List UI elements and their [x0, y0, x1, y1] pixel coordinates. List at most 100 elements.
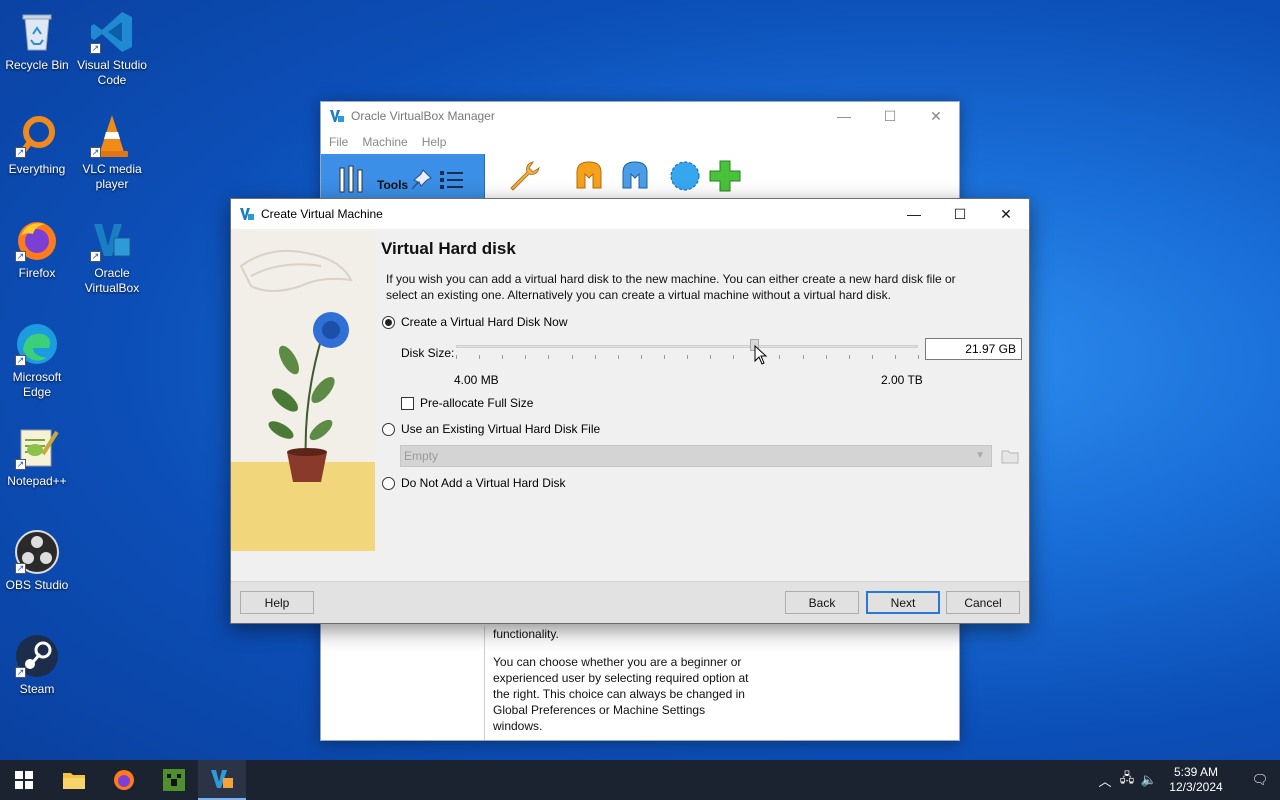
desktop-icon-recycle-bin[interactable]: Recycle Bin — [0, 8, 74, 73]
tools-icon — [339, 165, 363, 193]
menu-machine[interactable]: Machine — [362, 135, 407, 149]
list-menu-icon[interactable] — [439, 168, 465, 192]
cancel-button[interactable]: Cancel — [946, 591, 1020, 614]
shortcut-arrow-icon: ↗ — [15, 355, 26, 366]
slider-tick — [548, 355, 549, 359]
slider-tick — [525, 355, 526, 359]
desktop-icon-steam[interactable]: ↗ Steam — [0, 632, 74, 697]
maximize-button[interactable]: ☐ — [937, 199, 983, 229]
start-button[interactable] — [0, 760, 48, 800]
taskbar-file-explorer[interactable] — [50, 760, 98, 800]
shortcut-arrow-icon: ↗ — [15, 667, 26, 678]
menu-help[interactable]: Help — [422, 135, 447, 149]
no-disk-label: Do Not Add a Virtual Hard Disk — [401, 476, 566, 490]
preferences-wrench-icon[interactable] — [505, 158, 541, 194]
preallocate-checkbox[interactable] — [401, 396, 414, 410]
slider-tick — [618, 355, 619, 359]
shortcut-arrow-icon: ↗ — [15, 459, 26, 470]
pin-icon[interactable] — [409, 168, 433, 192]
create-disk-option[interactable]: Create a Virtual Hard Disk Now — [382, 315, 568, 329]
import-arrow-icon[interactable] — [571, 158, 607, 194]
desktop-icon-edge[interactable]: ↗ Microsoft Edge — [0, 320, 74, 400]
system-tray: ︿ 🖧 🔈 5:39 AM 12/3/2024 🗨 — [1094, 760, 1280, 800]
slider-tick — [502, 355, 503, 359]
slider-tick — [456, 355, 457, 359]
manager-sidepane — [321, 626, 485, 740]
close-button[interactable]: ✕ — [913, 102, 959, 130]
add-plus-icon[interactable] — [707, 158, 743, 194]
taskbar-firefox[interactable] — [100, 760, 148, 800]
desktop-icon-label: Everything — [8, 162, 66, 176]
mouse-cursor-icon — [754, 345, 768, 365]
disk-size-input[interactable]: 21.97 GB — [925, 338, 1022, 360]
slider-tick — [872, 355, 873, 359]
desktop-icon-everything[interactable]: ↗ Everything — [0, 112, 74, 177]
wizard-illustration — [231, 230, 375, 551]
slider-max-label: 2.00 TB — [881, 373, 923, 387]
manager-menubar: File Machine Help — [321, 130, 959, 154]
radio-create-disk[interactable] — [382, 315, 395, 329]
radio-existing-disk[interactable] — [382, 422, 395, 436]
desktop-icon-firefox[interactable]: ↗ Firefox — [0, 216, 74, 281]
chevron-up-icon[interactable]: ︿ — [1094, 771, 1116, 790]
manager-description: functionality. You can choose whether yo… — [493, 626, 753, 746]
help-button[interactable]: Help — [240, 591, 314, 614]
desktop-icon-label: Firefox — [18, 266, 56, 280]
desktop-icon-virtualbox[interactable]: ↗ Oracle VirtualBox — [75, 216, 149, 296]
slider-tick — [572, 355, 573, 359]
back-button[interactable]: Back — [785, 591, 859, 614]
desktop-icon-label: Steam — [19, 682, 55, 696]
create-vm-dialog[interactable]: Create Virtual Machine — ☐ ✕ Virtual Har… — [230, 198, 1030, 624]
virtualbox-icon — [330, 110, 344, 122]
shortcut-arrow-icon: ↗ — [15, 563, 26, 574]
desktop-icon-label: OBS Studio — [5, 578, 69, 592]
manager-title: Oracle VirtualBox Manager — [351, 109, 495, 123]
slider-tick — [479, 355, 480, 359]
desktop-icon-label: Oracle VirtualBox — [84, 266, 140, 295]
folder-icon[interactable] — [1001, 448, 1019, 464]
export-arrow-icon[interactable] — [617, 158, 653, 194]
existing-disk-combo[interactable]: Empty ▼ — [400, 445, 992, 467]
existing-disk-option[interactable]: Use an Existing Virtual Hard Disk File — [382, 422, 600, 436]
desktop-icon-notepadpp[interactable]: ↗ Notepad++ — [0, 424, 74, 489]
dialog-footer: Help Back Next Cancel — [231, 581, 1029, 623]
radio-no-disk[interactable] — [382, 476, 395, 490]
volume-icon[interactable]: 🔈 — [1138, 772, 1160, 788]
preallocate-option[interactable]: Pre-allocate Full Size — [401, 396, 533, 410]
slider-tick — [664, 355, 665, 359]
tools-label: Tools — [377, 178, 409, 192]
next-button[interactable]: Next — [866, 591, 940, 614]
notifications-icon[interactable]: 🗨 — [1240, 772, 1280, 788]
existing-disk-label: Use an Existing Virtual Hard Disk File — [401, 422, 601, 436]
desktop-icon-obs[interactable]: ↗ OBS Studio — [0, 528, 74, 593]
minimize-button[interactable]: — — [891, 199, 937, 229]
taskbar-minecraft[interactable] — [150, 760, 198, 800]
new-machine-icon[interactable] — [667, 158, 703, 194]
clock[interactable]: 5:39 AM 12/3/2024 — [1160, 765, 1232, 795]
desktop-icon-label: VLC media player — [82, 162, 142, 191]
slider-tick — [710, 355, 711, 359]
shortcut-arrow-icon: ↗ — [90, 251, 101, 262]
disk-size-label: Disk Size: — [401, 346, 455, 360]
slider-tick — [595, 355, 596, 359]
disk-size-slider[interactable] — [456, 345, 918, 348]
desktop-icon-vlc[interactable]: ↗ VLC media player — [75, 112, 149, 192]
no-disk-option[interactable]: Do Not Add a Virtual Hard Disk — [382, 476, 566, 490]
dialog-title: Create Virtual Machine — [261, 207, 383, 221]
firefox-icon — [114, 770, 134, 790]
desktop-icon-vscode[interactable]: ↗ Visual Studio Code — [75, 8, 149, 88]
slider-tick — [895, 355, 896, 359]
desktop-icons: Recycle Bin ↗ Visual Studio Code ↗ Every… — [0, 0, 160, 760]
plant-illustration-icon — [231, 230, 375, 551]
menu-file[interactable]: File — [329, 135, 348, 149]
minimize-button[interactable]: — — [821, 102, 867, 130]
close-button[interactable]: ✕ — [983, 199, 1029, 229]
desktop-icon-label: Microsoft Edge — [12, 370, 62, 399]
maximize-button[interactable]: ☐ — [867, 102, 913, 130]
existing-disk-combo-value: Empty — [404, 449, 439, 463]
shortcut-arrow-icon: ↗ — [90, 43, 101, 54]
tools-pane[interactable]: Tools — [321, 154, 485, 204]
windows-logo-icon — [15, 771, 33, 789]
taskbar-virtualbox[interactable] — [198, 760, 246, 800]
network-icon[interactable]: 🖧 — [1116, 769, 1138, 791]
